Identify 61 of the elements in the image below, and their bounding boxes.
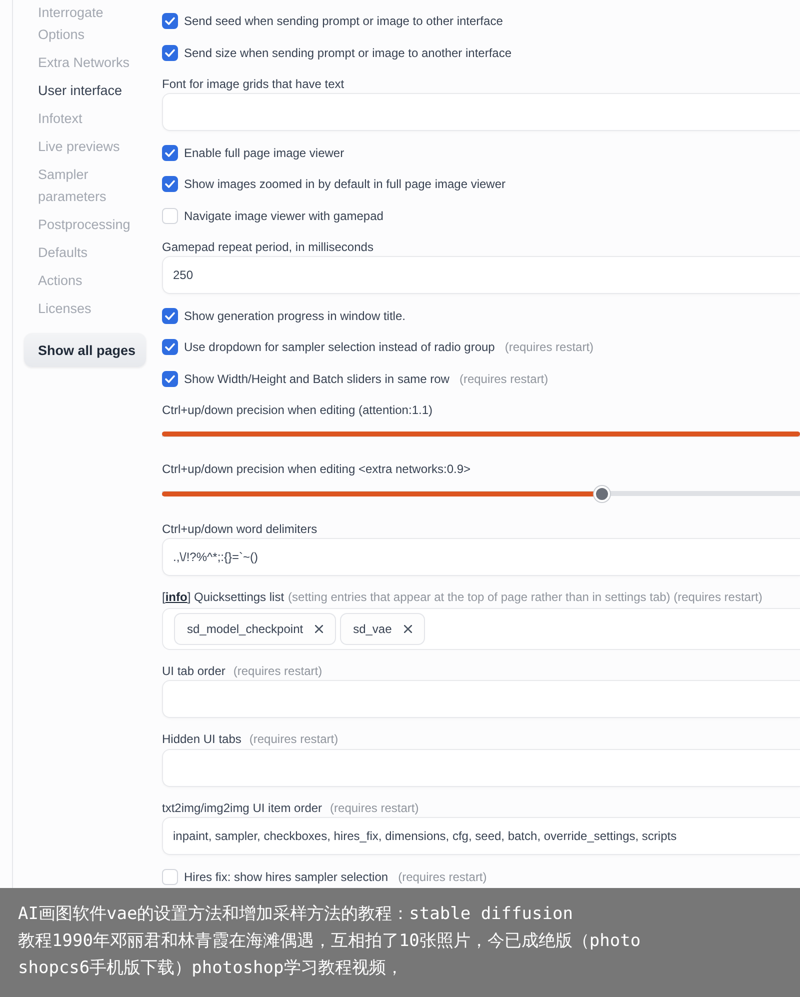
checkbox[interactable] xyxy=(162,176,178,192)
text-field[interactable]: .,\/!?%^*;:{}=`~() xyxy=(162,538,800,576)
sidebar-item[interactable]: Postprocessing xyxy=(38,214,130,236)
checkbox-label: Show Width/Height and Batch sliders in same row xyxy=(184,372,450,386)
tag-field[interactable]: sd_model_checkpoint sd_vae xyxy=(162,608,800,650)
restart-note: (setting entries that appear at the top of page rather than in settings tab) (requires restart) xyxy=(288,590,762,604)
sidebar-item[interactable]: Extra Networks xyxy=(38,52,130,74)
field-label: Hidden UI tabs xyxy=(162,732,242,746)
checkmark-icon xyxy=(165,180,175,188)
checkbox[interactable] xyxy=(162,339,178,355)
checkbox-label: Show images zoomed in by default in full page image viewer xyxy=(184,177,506,191)
sidebar-item[interactable]: Licenses xyxy=(38,298,92,320)
slider-label: Ctrl+up/down precision when editing <extra networks:0.9> xyxy=(162,462,471,476)
checkbox-label: Hires fix: show hires sampler selection xyxy=(184,870,388,884)
field-label: UI tab order xyxy=(162,664,226,678)
sidebar-item[interactable]: Sampler parameters xyxy=(38,164,146,208)
text-field[interactable]: inpaint, sampler, checkboxes, hires_fix, dimensions, cfg, seed, batch, override_settings, scripts xyxy=(162,817,800,855)
show-all-pages-button[interactable]: Show all pages xyxy=(24,333,146,367)
restart-note: (requires restart) xyxy=(504,340,594,354)
checkbox-label: Enable full page image viewer xyxy=(184,146,344,160)
checkbox-label: Show generation progress in window title. xyxy=(184,308,406,322)
checkbox[interactable] xyxy=(162,144,178,160)
checkbox-label: Use dropdown for sampler selection instead of radio group xyxy=(184,340,495,354)
info-link[interactable]: info xyxy=(165,590,188,604)
restart-note: (requires restart) xyxy=(398,870,487,884)
checkmark-icon xyxy=(165,48,175,56)
close-icon[interactable] xyxy=(315,624,324,632)
sidebar-item[interactable]: Interrogate Options xyxy=(38,2,146,46)
sidebar-item[interactable]: User interface xyxy=(38,80,122,102)
restart-note: (requires restart) xyxy=(459,372,548,386)
restart-note: (requires restart) xyxy=(249,732,338,746)
field-label: Font for image grids that have text xyxy=(162,76,344,90)
restart-note: (requires restart) xyxy=(330,800,419,814)
checkmark-icon xyxy=(165,148,175,156)
checkbox-label: Send seed when sending prompt or image to other interface xyxy=(184,14,503,28)
checkmark-icon xyxy=(165,343,175,351)
field-label: Ctrl+up/down word delimiters xyxy=(162,522,318,536)
text-field[interactable]: 250 xyxy=(162,256,800,294)
field-label: txt2img/img2img UI item order xyxy=(162,800,322,814)
checkmark-icon xyxy=(165,374,175,382)
field-label: [info] Quicksettings list xyxy=(162,590,284,604)
checkbox-label: Navigate image viewer with gamepad xyxy=(184,208,384,222)
checkbox[interactable] xyxy=(162,370,178,386)
sidebar-item[interactable]: Actions xyxy=(38,270,82,292)
checkbox-label: Send size when sending prompt or image to another interface xyxy=(184,46,512,60)
tag-text: sd_vae xyxy=(353,622,392,636)
checkbox[interactable] xyxy=(162,308,178,324)
checkmark-icon xyxy=(165,17,175,25)
slider-thumb[interactable] xyxy=(594,486,610,502)
caption-text: AI画图软件vae的设置方法和增加采样方法的教程：stable diffusion 教程1990年邓丽君和林青霞在海滩偶遇，互相拍了10张照片，今已成绝版（photo shopcs6手机版下载）photoshop学习教程视频， xyxy=(18,903,641,980)
checkbox[interactable] xyxy=(162,13,178,29)
checkbox[interactable] xyxy=(162,44,178,60)
field-label: Gamepad repeat period, in milliseconds xyxy=(162,240,374,254)
close-icon[interactable] xyxy=(404,624,412,632)
sidebar-item[interactable]: Defaults xyxy=(38,242,88,264)
restart-note: (requires restart) xyxy=(233,664,322,678)
sidebar-item[interactable]: Infotext xyxy=(38,108,82,130)
tag-text: sd_model_checkpoint xyxy=(187,622,304,636)
slider-label: Ctrl+up/down precision when editing (attention:1.1) xyxy=(162,402,432,416)
checkmark-icon xyxy=(165,312,175,320)
sidebar-item[interactable]: Live previews xyxy=(38,136,120,158)
